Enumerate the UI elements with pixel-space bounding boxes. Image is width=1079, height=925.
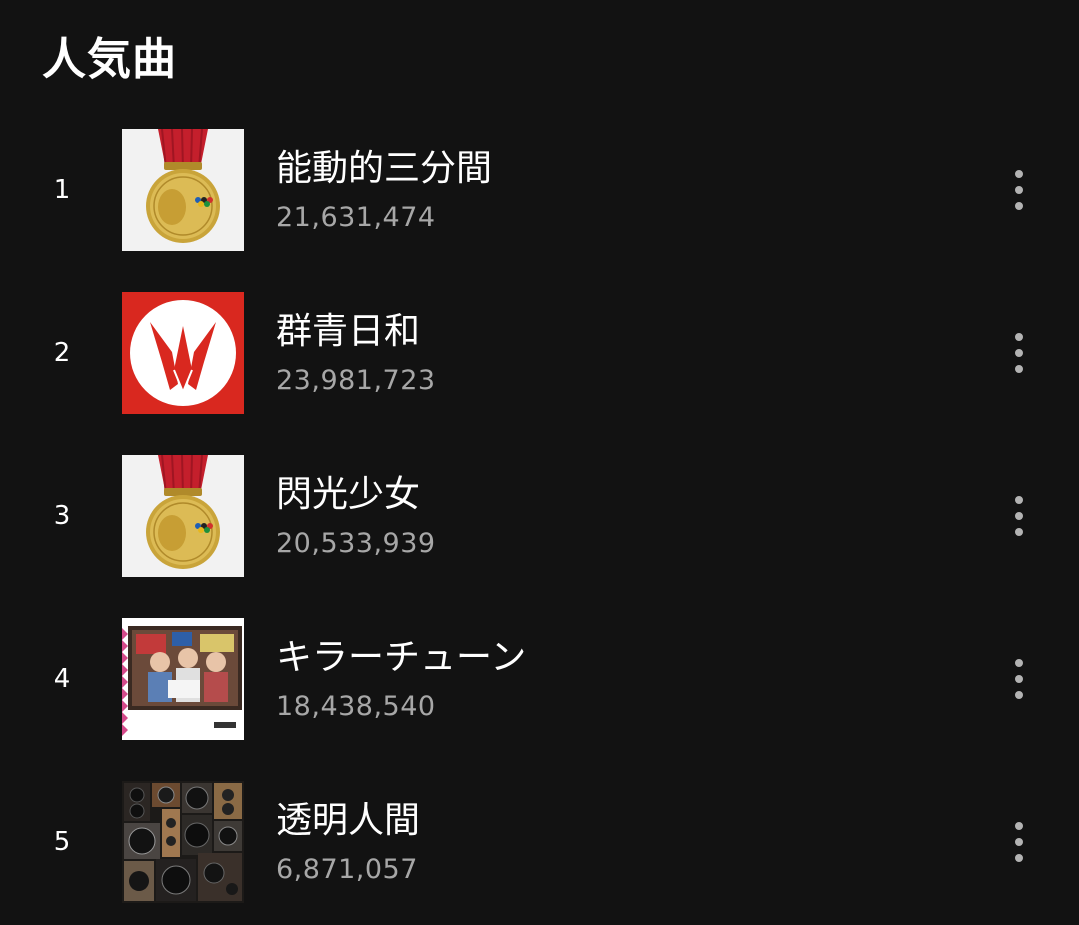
track-rank: 4 (53, 664, 71, 694)
more-vertical-icon[interactable] (998, 653, 1042, 705)
track-rank: 2 (53, 338, 71, 368)
track-row[interactable]: 1 能動的三分間 21,631,474 (0, 129, 1079, 251)
track-play-count: 21,631,474 (276, 202, 436, 233)
album-art-crane-logo (122, 292, 244, 414)
track-rank: 3 (53, 501, 71, 531)
track-row[interactable]: 4 キラーチューン 18,438,540 (0, 618, 1079, 740)
more-vertical-icon[interactable] (998, 327, 1042, 379)
track-title: 透明人間 (276, 800, 421, 841)
track-rank: 1 (53, 175, 71, 205)
track-title: 能動的三分間 (276, 148, 493, 189)
more-vertical-icon[interactable] (998, 164, 1042, 216)
track-play-count: 6,871,057 (276, 854, 418, 885)
more-vertical-icon[interactable] (998, 816, 1042, 868)
track-title: 閃光少女 (276, 474, 421, 515)
track-play-count: 20,533,939 (276, 528, 436, 559)
album-art-medal (122, 455, 244, 577)
track-play-count: 18,438,540 (276, 691, 436, 722)
track-rank: 5 (53, 827, 71, 857)
section-title: 人気曲 (42, 34, 177, 85)
track-row[interactable]: 3 閃光少女 20,533,939 (0, 455, 1079, 577)
album-art-speakers (122, 781, 244, 903)
album-art-medal (122, 129, 244, 251)
track-row[interactable]: 2 群青日和 23,981,723 (0, 292, 1079, 414)
track-play-count: 23,981,723 (276, 365, 436, 396)
track-row[interactable]: 5 透明人間 6,871,057 (0, 781, 1079, 903)
track-title: 群青日和 (276, 311, 421, 352)
track-title: キラーチューン (276, 637, 527, 678)
more-vertical-icon[interactable] (998, 490, 1042, 542)
album-art-band-photo (122, 618, 244, 740)
